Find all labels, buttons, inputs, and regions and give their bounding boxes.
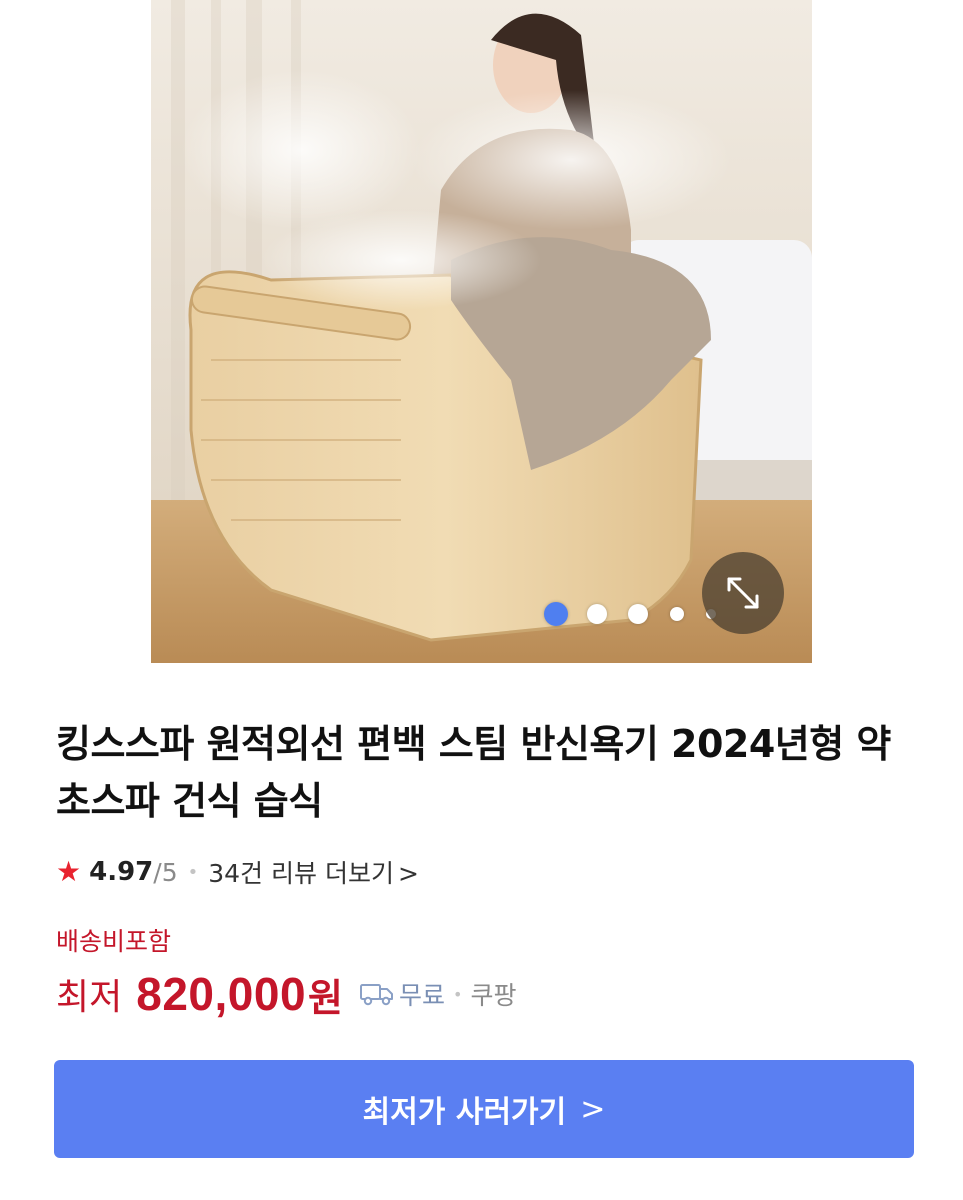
rating-row: ★ 4.97 /5 • 34건 리뷰 더보기 > <box>56 852 419 892</box>
review-link-label: 34건 리뷰 더보기 <box>208 859 394 888</box>
product-title: 킹스스파 원적외선 편백 스팀 반신욕기 2024년형 약초스파 건식 습식 <box>56 722 891 823</box>
separator-dot: • <box>187 861 199 883</box>
price-row: 최저 820,000 원 무료 • 쿠팡 <box>56 962 516 1026</box>
chevron-right-icon: > <box>580 1091 606 1127</box>
seller-name: 쿠팡 <box>470 981 517 1010</box>
expand-icon <box>727 577 759 609</box>
chevron-right-icon: > <box>397 859 419 888</box>
separator-dot: • <box>453 984 463 1004</box>
carousel-dot-1[interactable] <box>544 602 568 626</box>
carousel-dot-2[interactable] <box>587 604 607 624</box>
rating-max: /5 <box>153 857 178 887</box>
buy-lowest-price-button[interactable]: 최저가 사러가기 > <box>54 1060 914 1158</box>
carousel-dot-4[interactable] <box>670 607 684 621</box>
shipping-included-label: 배송비포함 <box>56 927 172 956</box>
carousel-dots <box>544 601 716 627</box>
carousel-dot-3[interactable] <box>628 604 648 624</box>
truck-icon <box>359 981 395 1007</box>
buy-button-label: 최저가 사러가기 <box>362 1095 567 1130</box>
review-more-link[interactable]: 34건 리뷰 더보기 > <box>208 854 419 890</box>
price-value: 820,000 <box>136 968 307 1020</box>
star-icon: ★ <box>56 855 82 888</box>
rating-score: 4.97 <box>89 857 154 887</box>
expand-image-button[interactable] <box>702 552 784 634</box>
price-prefix: 최저 <box>56 977 123 1018</box>
price-unit: 원 <box>308 975 343 1020</box>
free-delivery-label: 무료 <box>399 981 446 1010</box>
product-detail-page: 킹스스파 원적외선 편백 스팀 반신욕기 2024년형 약초스파 건식 습식 ★… <box>0 0 963 1200</box>
